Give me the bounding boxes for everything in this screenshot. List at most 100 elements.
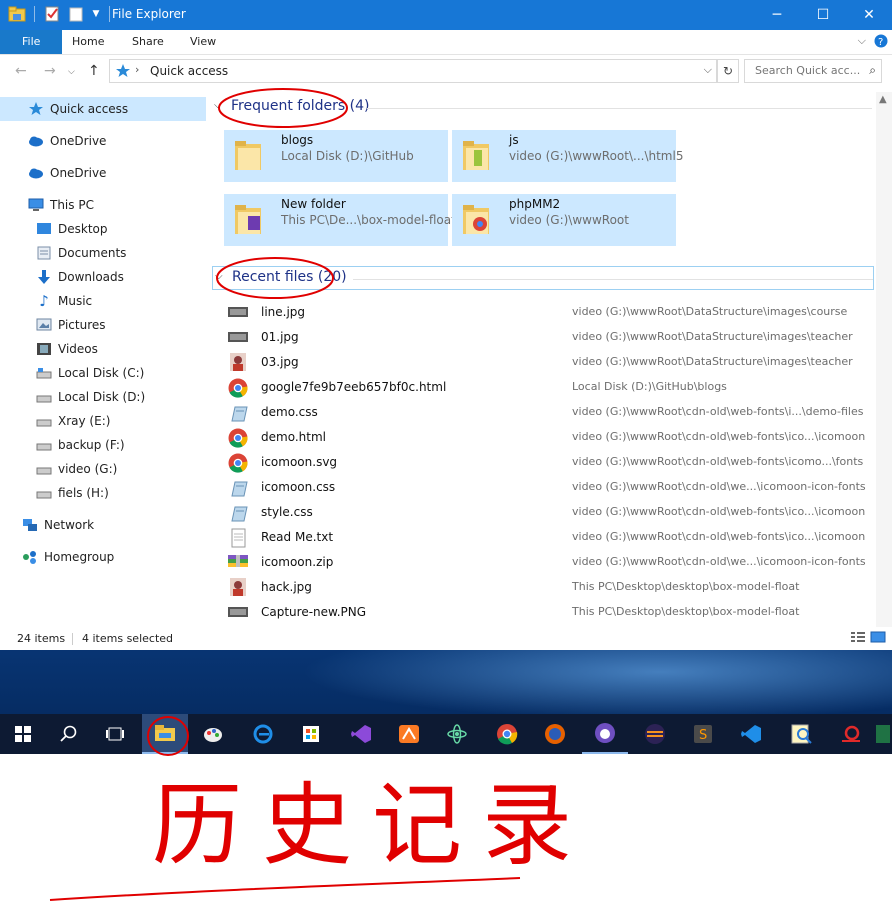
nav-item-onedrive[interactable]: OneDrive <box>0 129 206 153</box>
search-input[interactable] <box>753 63 867 78</box>
details-view-icon[interactable] <box>850 631 866 646</box>
address-dropdown-chevron-icon[interactable]: ⌵ <box>704 63 712 77</box>
folder-app-icon <box>8 5 26 23</box>
recent-files-header[interactable]: ⌵ Recent files (20) <box>212 266 874 290</box>
new-folder-icon[interactable] <box>67 5 85 23</box>
firefox-icon[interactable] <box>532 714 578 754</box>
image-thumb-icon <box>228 328 248 346</box>
file-name: demo.html <box>261 430 326 444</box>
nav-item-this-pc[interactable]: This PC <box>0 193 206 217</box>
excel-icon[interactable] <box>874 714 892 754</box>
xampp-icon[interactable] <box>386 714 432 754</box>
chrome-icon <box>228 453 248 473</box>
search-box[interactable]: ⌕ <box>744 59 882 83</box>
file-location: video (G:)\wwwRoot\DataStructure\images\… <box>572 305 848 318</box>
help-icon[interactable]: ? <box>874 34 888 51</box>
folder-tile[interactable]: blogs Local Disk (D:)\GitHub <box>224 130 448 182</box>
nav-item-videos[interactable]: Videos <box>0 337 206 361</box>
collapse-chevron-icon[interactable]: ⌵ <box>214 100 222 111</box>
list-item[interactable]: icomoon.zip video (G:)\wwwRoot\cdn-old\we… <box>228 550 874 575</box>
nav-item-quick-access[interactable]: Quick access <box>0 97 206 121</box>
css-file-icon <box>228 403 248 422</box>
drive-icon <box>36 485 52 501</box>
nav-item-backup-f[interactable]: backup (F:) <box>0 433 206 457</box>
up-arrow-icon[interactable]: ↑ <box>88 63 100 79</box>
search-icon[interactable] <box>46 714 92 754</box>
tab-share[interactable]: Share <box>120 30 176 54</box>
file-location: video (G:)\wwwRoot\cdn-old\web-fonts\ico… <box>572 430 866 443</box>
folder-tile[interactable]: js video (G:)\wwwRoot\...\html5 <box>452 130 683 182</box>
edge-icon[interactable] <box>240 714 286 754</box>
nav-item-fiels-h[interactable]: fiels (H:) <box>0 481 206 505</box>
nav-item-pictures[interactable]: Pictures <box>0 313 206 337</box>
file-location: video (G:)\wwwRoot\cdn-old\web-fonts\ico… <box>572 505 866 518</box>
start-button[interactable] <box>0 714 46 754</box>
file-location: This PC\Desktop\desktop\box-model-float <box>572 580 800 593</box>
visual-studio-icon[interactable] <box>338 714 384 754</box>
file-name: 03.jpg <box>261 355 299 369</box>
list-item[interactable]: demo.html video (G:)\wwwRoot\cdn-old\web-… <box>228 425 874 450</box>
nav-item-local-disk-d[interactable]: Local Disk (D:) <box>0 385 206 409</box>
eclipse-icon[interactable] <box>632 714 678 754</box>
tab-file[interactable]: File <box>0 30 63 54</box>
vertical-scrollbar[interactable]: ▲ <box>876 92 892 627</box>
folder-tile[interactable]: phpMM2 video (G:)\wwwRoot <box>452 194 676 246</box>
close-button[interactable]: ✕ <box>846 0 892 30</box>
tab-view[interactable]: View <box>178 30 228 54</box>
sublime-text-icon[interactable]: S <box>680 714 726 754</box>
list-item[interactable]: icomoon.svg video (G:)\wwwRoot\cdn-old\we… <box>228 450 874 475</box>
nav-item-downloads[interactable]: Downloads <box>0 265 206 289</box>
nav-item-video-g[interactable]: video (G:) <box>0 457 206 481</box>
github-desktop-icon[interactable] <box>582 714 628 754</box>
tab-home[interactable]: Home <box>60 30 116 54</box>
recent-locations-chevron-icon[interactable]: ⌵ <box>68 67 75 77</box>
nav-item-music[interactable]: ♪ Music <box>0 289 206 313</box>
address-bar[interactable]: › Quick access ⌵ <box>109 59 717 83</box>
collapse-chevron-icon[interactable]: ⌵ <box>215 271 223 282</box>
content-area: ⌵ Frequent folders (4) blogs Local Disk … <box>208 92 876 627</box>
large-icons-view-icon[interactable] <box>870 631 886 646</box>
minimize-button[interactable]: ─ <box>754 0 800 30</box>
scroll-up-icon[interactable]: ▲ <box>879 94 887 105</box>
list-item[interactable]: hack.jpg This PC\Desktop\desktop\box-mode… <box>228 575 874 600</box>
nav-item-documents[interactable]: Documents <box>0 241 206 265</box>
chrome-icon[interactable] <box>484 714 530 754</box>
file-explorer-icon[interactable] <box>142 714 188 754</box>
list-item[interactable]: Capture-new.PNG This PC\Desktop\desktop\b… <box>228 600 874 625</box>
list-item[interactable]: 03.jpg video (G:)\wwwRoot\DataStructure\i… <box>228 350 874 375</box>
properties-icon[interactable] <box>43 5 61 23</box>
back-arrow-icon[interactable]: ← <box>15 63 27 79</box>
file-location: video (G:)\wwwRoot\DataStructure\images\… <box>572 355 853 368</box>
paint-icon[interactable] <box>190 714 236 754</box>
list-item[interactable]: 01.jpg video (G:)\wwwRoot\DataStructure\i… <box>228 325 874 350</box>
refresh-button[interactable]: ↻ <box>717 59 739 83</box>
nav-item-homegroup[interactable]: Homegroup <box>0 545 206 569</box>
frequent-folders-header[interactable]: ⌵ Frequent folders (4) <box>212 96 872 118</box>
list-item[interactable]: Read Me.txt video (G:)\wwwRoot\cdn-old\we… <box>228 525 874 550</box>
star-icon <box>28 101 44 117</box>
list-item[interactable]: demo.css video (G:)\wwwRoot\cdn-old\web-f… <box>228 400 874 425</box>
expand-ribbon-chevron-icon[interactable]: ⌵ <box>858 34 866 51</box>
list-item[interactable]: line.jpg video (G:)\wwwRoot\DataStructure… <box>228 300 874 325</box>
customize-toolbar-chevron-icon[interactable]: ▼ <box>91 5 101 23</box>
nav-item-network[interactable]: Network <box>0 513 206 537</box>
selection-count: 4 items selected <box>82 632 174 645</box>
task-view-icon[interactable] <box>92 714 138 754</box>
nav-item-onedrive-2[interactable]: OneDrive <box>0 161 206 185</box>
list-item[interactable]: icomoon.css video (G:)\wwwRoot\cdn-old\we… <box>228 475 874 500</box>
snail-icon[interactable] <box>828 714 874 754</box>
folder-tile[interactable]: New folder This PC\De...\box-model-float <box>224 194 456 246</box>
atom-icon[interactable] <box>434 714 480 754</box>
list-item[interactable]: google7fe9b7eeb657bf0c.html Local Disk (D… <box>228 375 874 400</box>
image-thumb-icon <box>228 603 248 621</box>
search-tool-icon[interactable] <box>778 714 824 754</box>
nav-item-xray-e[interactable]: Xray (E:) <box>0 409 206 433</box>
forward-arrow-icon[interactable]: → <box>44 63 56 79</box>
nav-item-desktop[interactable]: Desktop <box>0 217 206 241</box>
nav-item-local-disk-c[interactable]: Local Disk (C:) <box>0 361 206 385</box>
list-item[interactable]: style.css video (G:)\wwwRoot\cdn-old\web-… <box>228 500 874 525</box>
vscode-icon[interactable] <box>728 714 774 754</box>
search-icon: ⌕ <box>869 63 876 77</box>
store-icon[interactable] <box>288 714 334 754</box>
maximize-button[interactable]: ☐ <box>800 0 846 30</box>
